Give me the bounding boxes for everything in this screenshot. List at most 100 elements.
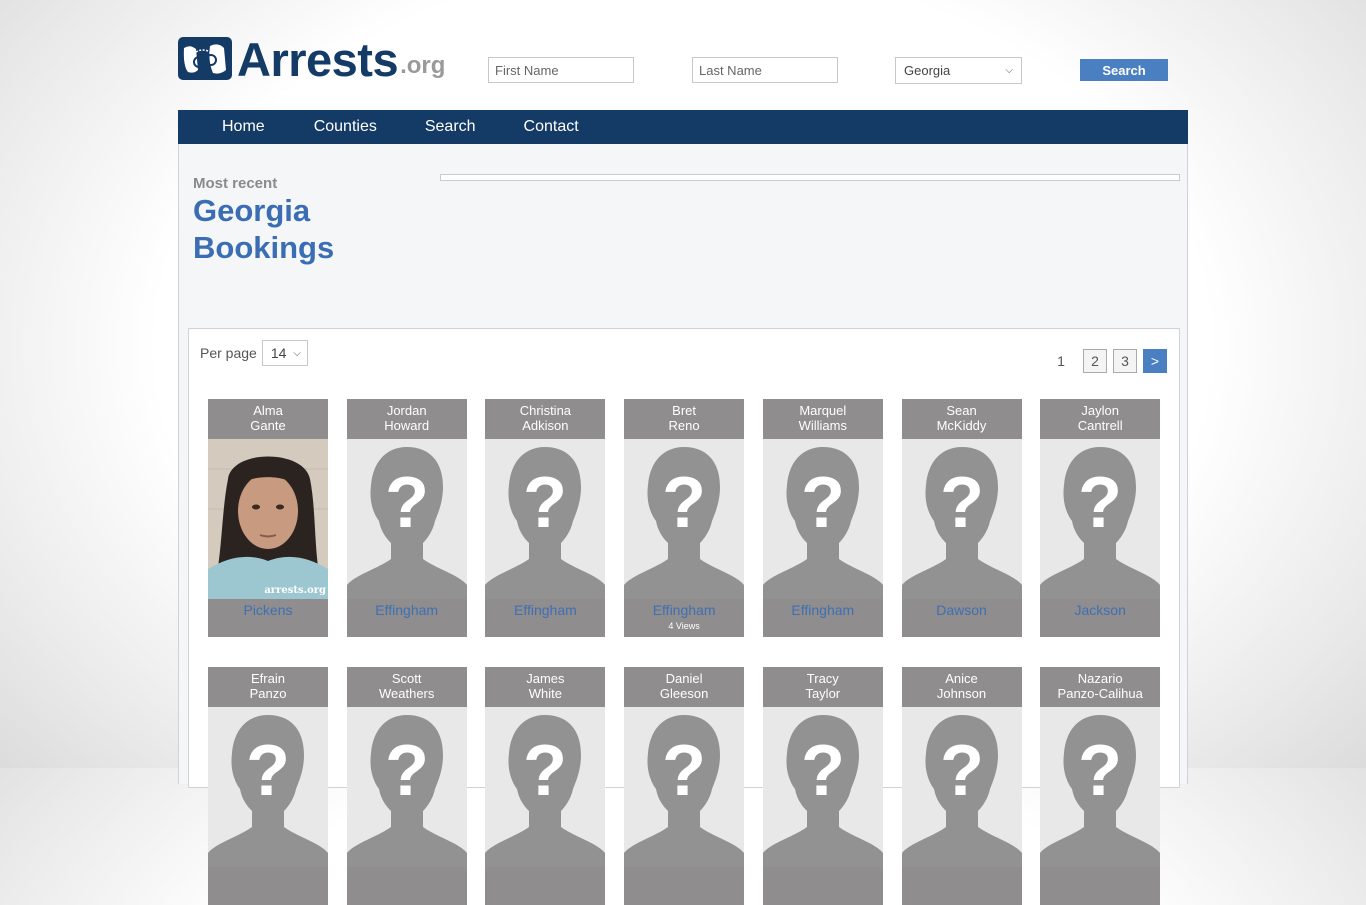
booking-photo[interactable]: ? (762, 707, 883, 867)
booking-first-name: Marquel (799, 403, 847, 418)
booking-photo[interactable]: ? (346, 707, 467, 867)
booking-photo[interactable]: ? (901, 707, 1022, 867)
booking-card[interactable]: Nazario Panzo-Calihua ? (1040, 667, 1161, 905)
nav-home[interactable]: Home (222, 110, 265, 144)
booking-county-link[interactable]: Effingham (485, 602, 605, 618)
booking-name[interactable]: Bret Reno (624, 399, 744, 439)
search-button[interactable]: Search (1080, 59, 1168, 81)
svg-text:?: ? (801, 731, 845, 811)
booking-photo[interactable]: ? (485, 707, 606, 867)
svg-text:?: ? (385, 463, 429, 543)
booking-first-name: Jordan (386, 403, 427, 418)
state-select[interactable]: Georgia ⌵ (895, 57, 1022, 84)
booking-county-link[interactable]: Effingham (624, 602, 744, 618)
booking-card[interactable]: Tracy Taylor ? (762, 667, 883, 905)
booking-card[interactable]: Anice Johnson ? (901, 667, 1022, 905)
booking-first-name: Bret (672, 403, 697, 418)
unknown-person-icon: ? (901, 715, 1022, 867)
booking-card[interactable]: Bret Reno ? Effingham 4 Views (624, 399, 745, 637)
booking-last-name: McKiddy (936, 418, 987, 433)
booking-first-name: Alma (253, 403, 283, 418)
booking-photo[interactable]: ? (208, 707, 328, 867)
watermark: arrests.org (264, 585, 326, 596)
booking-last-name: Reno (668, 418, 700, 433)
booking-card[interactable]: Sean McKiddy ? Dawson (901, 399, 1022, 637)
booking-photo[interactable]: arrests.org (208, 439, 328, 599)
first-name-input[interactable] (488, 57, 634, 83)
booking-name[interactable]: Jaylon Cantrell (1040, 399, 1160, 439)
booking-first-name: James (526, 671, 565, 686)
unknown-person-icon: ? (346, 447, 467, 599)
chevron-down-icon: ⌵ (1005, 65, 1013, 76)
booking-name[interactable]: Nazario Panzo-Calihua (1040, 667, 1160, 707)
nav-contact[interactable]: Contact (524, 110, 579, 144)
booking-name[interactable]: Alma Gante (208, 399, 328, 439)
site-logo[interactable]: Arrests .org (178, 36, 445, 83)
booking-last-name: Adkison (522, 418, 569, 433)
booking-first-name: Nazario (1077, 671, 1123, 686)
main-nav: Home Counties Search Contact (178, 110, 1188, 144)
booking-name[interactable]: Jordan Howard (347, 399, 467, 439)
booking-last-name: Panzo (249, 686, 287, 701)
page-title-line2: Bookings (193, 230, 335, 265)
chevron-down-icon: ⌵ (293, 347, 301, 359)
booking-first-name: Tracy (806, 671, 839, 686)
booking-photo[interactable]: ? (901, 439, 1022, 599)
mugshot-photo: arrests.org (208, 439, 328, 599)
booking-photo[interactable]: ? (1040, 707, 1161, 867)
svg-text:?: ? (1078, 731, 1122, 811)
nav-counties[interactable]: Counties (314, 110, 377, 144)
booking-photo[interactable]: ? (346, 439, 467, 599)
booking-county-link[interactable]: Pickens (208, 602, 328, 618)
booking-first-name: Christina (519, 403, 572, 418)
page-2-button[interactable]: 2 (1083, 349, 1107, 373)
booking-first-name: Scott (391, 671, 422, 686)
handcuffs-logo-icon (178, 37, 232, 80)
unknown-person-icon: ? (901, 447, 1022, 599)
booking-card[interactable]: Jordan Howard ? Effingham (346, 399, 467, 637)
booking-photo[interactable]: ? (624, 707, 745, 867)
booking-card[interactable]: Daniel Gleeson ? (624, 667, 745, 905)
booking-card[interactable]: Efrain Panzo ? (208, 667, 328, 905)
pagination: 1 2 3 > (1049, 349, 1167, 373)
booking-name[interactable]: Efrain Panzo (208, 667, 328, 707)
booking-last-name: Gleeson (659, 686, 709, 701)
unknown-person-icon: ? (346, 715, 467, 867)
booking-county-link[interactable]: Dawson (902, 602, 1022, 618)
booking-name[interactable]: Tracy Taylor (763, 667, 883, 707)
booking-photo[interactable]: ? (762, 439, 883, 599)
page-title: Georgia Bookings (193, 192, 334, 266)
booking-photo[interactable]: ? (485, 439, 606, 599)
booking-county-link[interactable]: Effingham (347, 602, 467, 618)
booking-card[interactable]: Alma Gante arrests.org Pickens (208, 399, 328, 637)
booking-photo[interactable]: ? (1040, 439, 1161, 599)
last-name-input[interactable] (692, 57, 838, 83)
booking-card[interactable]: Christina Adkison ? Effingham (485, 399, 606, 637)
booking-card[interactable]: Marquel Williams ? Effingham (762, 399, 883, 637)
booking-name[interactable]: Marquel Williams (763, 399, 883, 439)
svg-text:?: ? (385, 731, 429, 811)
booking-name[interactable]: Scott Weathers (347, 667, 467, 707)
per-page-select[interactable]: 14 ⌵ (261, 340, 308, 366)
booking-name[interactable]: Daniel Gleeson (624, 667, 744, 707)
booking-name[interactable]: Christina Adkison (485, 399, 605, 439)
booking-photo[interactable]: ? (624, 439, 745, 599)
section-kicker: Most recent (193, 175, 278, 192)
booking-card[interactable]: James White ? (485, 667, 606, 905)
page-3-button[interactable]: 3 (1113, 349, 1137, 373)
booking-name[interactable]: Sean McKiddy (902, 399, 1022, 439)
content-panel: Most recent Georgia Bookings Per page 14… (178, 144, 1188, 905)
booking-county-link[interactable]: Effingham (763, 602, 883, 618)
booking-name[interactable]: James White (485, 667, 605, 707)
booking-card[interactable]: Jaylon Cantrell ? Jackson (1040, 399, 1161, 637)
booking-county-link[interactable]: Jackson (1040, 602, 1160, 618)
booking-name[interactable]: Anice Johnson (902, 667, 1022, 707)
svg-text:?: ? (801, 463, 845, 543)
next-page-button[interactable]: > (1143, 349, 1167, 373)
unknown-person-icon: ? (208, 715, 328, 867)
booking-first-name: Sean (946, 403, 977, 418)
page-title-line1: Georgia (193, 193, 311, 228)
nav-search[interactable]: Search (425, 110, 476, 144)
booking-card[interactable]: Scott Weathers ? (346, 667, 467, 905)
booking-first-name: Jaylon (1081, 403, 1119, 418)
